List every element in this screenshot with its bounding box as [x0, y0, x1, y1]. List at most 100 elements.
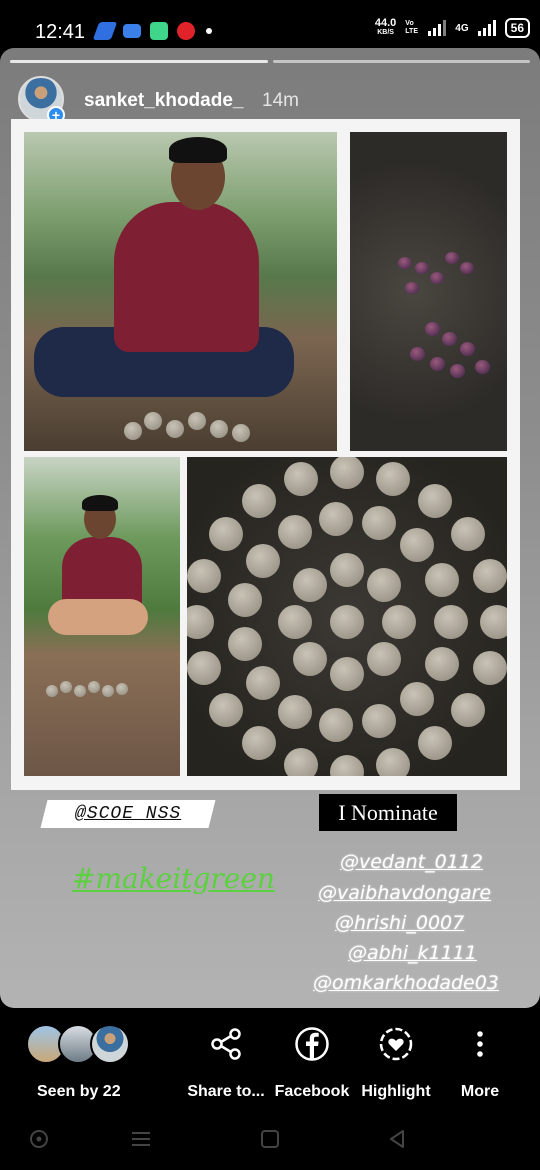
clock: 12:41: [35, 21, 86, 43]
nominee-mention-3[interactable]: @hrishi_0007: [335, 912, 464, 934]
battery-icon: 56: [504, 18, 530, 38]
photo-seeds: [350, 132, 507, 451]
seed-ball: [293, 568, 328, 603]
author-username[interactable]: sanket_khodade_: [84, 90, 243, 112]
seed: [475, 360, 490, 374]
seed-ball: [144, 412, 162, 430]
seed-ball: [366, 568, 401, 603]
notification-icons: [92, 22, 212, 40]
seed-ball: [418, 483, 453, 518]
seed-ball: [330, 553, 364, 587]
seed-ball: [382, 605, 416, 639]
nominee-mention-4[interactable]: @abhi_k1111: [348, 942, 477, 964]
menu-icon[interactable]: [130, 1128, 152, 1150]
highlight-button[interactable]: Highlight: [361, 1024, 431, 1100]
back-icon[interactable]: [386, 1128, 408, 1150]
facebook-button[interactable]: Facebook: [275, 1024, 349, 1100]
assistant-icon[interactable]: [28, 1128, 50, 1150]
more-notifications-dot: [206, 28, 212, 34]
story-viewer[interactable]: + sanket_khodade_ 14m @SCOE_NSS I Nomina…: [0, 48, 540, 1008]
share-icon: [206, 1024, 246, 1064]
seed-ball: [278, 605, 312, 639]
mention-sticker[interactable]: @SCOE_NSS: [40, 800, 216, 828]
seed-ball: [228, 583, 263, 618]
seed: [430, 357, 445, 371]
hashtag-sticker[interactable]: #makeitgreen: [72, 862, 275, 895]
seed-ball: [366, 641, 401, 676]
pay-icon: [92, 22, 118, 40]
seed-ball: [376, 462, 411, 497]
seen-by-label[interactable]: Seen by 22: [37, 1083, 121, 1101]
viewers-avatars[interactable]: [26, 1024, 136, 1064]
seed-ball: [88, 681, 100, 693]
system-nav-bar: [0, 1118, 540, 1170]
photo-figure-shirt: [114, 202, 259, 352]
nominee-mention-5[interactable]: @omkarkhodade03: [313, 972, 499, 994]
seed-ball: [278, 695, 312, 730]
facebook-label: Facebook: [274, 1083, 350, 1100]
seed: [415, 262, 429, 274]
seed-ball: [399, 682, 434, 717]
seed-ball: [208, 693, 243, 728]
story-progress-1: [10, 60, 268, 63]
photo-sitting-man: [24, 132, 337, 451]
seed-ball: [245, 543, 280, 578]
share-button[interactable]: Share to...: [187, 1024, 265, 1100]
seed-ball: [319, 708, 354, 743]
seed-ball: [241, 483, 276, 518]
seed-ball: [376, 747, 411, 776]
highlight-label: Highlight: [361, 1083, 431, 1100]
seed-ball: [245, 666, 280, 701]
seed-ball: [472, 651, 507, 686]
seed-ball: [418, 726, 453, 761]
seed-ball: [208, 516, 243, 551]
seed-ball: [74, 685, 86, 697]
seed: [450, 364, 465, 378]
nominee-mention-2[interactable]: @vaibhavdongare: [318, 882, 491, 904]
seed-ball: [425, 647, 459, 682]
seed: [410, 347, 425, 361]
seed-ball: [278, 514, 312, 549]
seed-ball: [187, 558, 222, 593]
app-icon: [150, 22, 168, 40]
seed-ball: [425, 562, 459, 597]
seed-ball: [330, 457, 364, 489]
network-type: 4G: [455, 22, 469, 34]
seed-ball: [330, 605, 364, 639]
seed: [430, 272, 444, 284]
seed-ball: [124, 422, 142, 440]
seed-ball: [46, 685, 58, 697]
photo-crouching-man: [24, 457, 180, 776]
mention-text: @SCOE_NSS: [74, 804, 182, 824]
volte-label: Vo LTE: [405, 20, 418, 35]
seed-ball: [362, 506, 397, 541]
seed-ball: [188, 412, 206, 430]
seed-ball: [228, 626, 263, 661]
highlight-icon: [376, 1024, 416, 1064]
seed-ball: [330, 755, 364, 776]
story-progress-2: [273, 60, 530, 63]
seed-ball: [362, 703, 397, 738]
signal-icon: [428, 20, 447, 36]
seed-ball: [187, 651, 222, 686]
photo-figure-hair: [82, 495, 118, 511]
more-button[interactable]: More: [460, 1024, 500, 1100]
seed: [442, 332, 457, 346]
seed-ball: [330, 657, 364, 691]
photo-collage: [11, 119, 520, 790]
story-time: 14m: [262, 90, 299, 111]
seed-ball: [293, 641, 328, 676]
airtel-icon: [177, 22, 195, 40]
seed: [460, 262, 474, 274]
mail-icon: [123, 24, 141, 38]
home-icon[interactable]: [259, 1128, 281, 1150]
nominee-mention-1[interactable]: @vedant_0112: [340, 851, 483, 873]
signal-icon-2: [477, 20, 496, 36]
seed-ball: [60, 681, 72, 693]
seed: [460, 342, 475, 356]
seed: [405, 282, 419, 294]
photo-figure-hair: [169, 137, 227, 163]
seed-ball: [116, 683, 128, 695]
seed-ball: [434, 605, 468, 639]
viewer-avatar[interactable]: [90, 1024, 130, 1064]
